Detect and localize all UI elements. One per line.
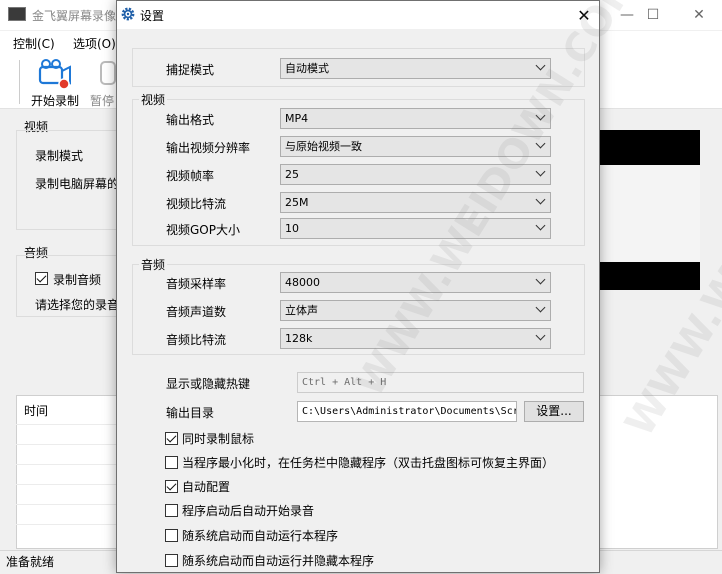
pause-button[interactable]: 暂停 bbox=[90, 92, 114, 109]
menu-control[interactable]: 控制(C) bbox=[13, 35, 55, 52]
chevron-down-icon bbox=[535, 220, 546, 231]
run-hidden-on-startup-label: 随系统启动而自动运行并隐藏本程序 bbox=[182, 554, 375, 568]
output-dir-label: 输出目录 bbox=[166, 406, 215, 420]
gop-size-value: 10 bbox=[285, 222, 299, 235]
timeline-header-time: 时间 bbox=[24, 404, 49, 418]
resolution-value: 与原始视频一致 bbox=[285, 140, 362, 153]
channels-value: 立体声 bbox=[285, 304, 318, 317]
sample-rate-value: 48000 bbox=[285, 276, 320, 289]
main-close-button[interactable]: ✕ bbox=[676, 0, 722, 30]
start-record-button[interactable]: 开始录制 bbox=[31, 92, 79, 109]
menu-options[interactable]: 选项(O) bbox=[73, 35, 116, 52]
audio-bitrate-value: 128k bbox=[285, 332, 313, 345]
settings-dialog: 设置 ✕ 捕捉模式 自动模式 视频 输出格式 MP4 输出视频分辨率 与原始视频… bbox=[116, 0, 600, 573]
frame-rate-select[interactable]: 25 bbox=[280, 164, 551, 185]
toolbar-separator bbox=[19, 60, 20, 104]
capture-mode-label: 捕捉模式 bbox=[166, 63, 215, 77]
record-mode-label: 录制模式 bbox=[35, 149, 84, 163]
auto-config-checkbox[interactable] bbox=[165, 480, 178, 493]
output-dir-settings-button[interactable]: 设置... bbox=[524, 401, 584, 422]
resolution-label: 输出视频分辨率 bbox=[166, 141, 251, 155]
video-bitrate-label: 视频比特流 bbox=[166, 197, 227, 211]
chevron-down-icon bbox=[535, 330, 546, 341]
capture-mode-value: 自动模式 bbox=[285, 62, 329, 75]
sample-rate-label: 音频采样率 bbox=[166, 277, 227, 291]
hotkey-field[interactable]: Ctrl + Alt + H bbox=[297, 372, 584, 393]
chevron-down-icon bbox=[535, 138, 546, 149]
dialog-titlebar bbox=[117, 1, 599, 29]
hide-on-minimize-checkbox[interactable] bbox=[165, 456, 178, 469]
output-dir-field[interactable]: C:\Users\Administrator\Documents\Scr bbox=[297, 401, 517, 422]
video-legend: 视频 bbox=[139, 91, 168, 108]
chevron-down-icon bbox=[535, 194, 546, 205]
audio-bitrate-label: 音频比特流 bbox=[166, 333, 227, 347]
app-icon bbox=[8, 7, 26, 21]
auto-record-on-start-label: 程序启动后自动开始录音 bbox=[182, 504, 315, 518]
frame-rate-value: 25 bbox=[285, 168, 299, 181]
choose-audio-device-label: 请选择您的录音 bbox=[35, 298, 120, 312]
run-hidden-on-startup-checkbox[interactable] bbox=[165, 554, 178, 567]
capture-mode-select[interactable]: 自动模式 bbox=[280, 58, 551, 79]
record-mouse-checkbox[interactable] bbox=[165, 432, 178, 445]
pause-icon[interactable] bbox=[98, 60, 118, 88]
output-format-select[interactable]: MP4 bbox=[280, 108, 551, 129]
output-format-label: 输出格式 bbox=[166, 113, 215, 127]
audio-bitrate-select[interactable]: 128k bbox=[280, 328, 551, 349]
dialog-close-button[interactable]: ✕ bbox=[570, 3, 598, 27]
record-screen-label: 录制电脑屏幕的 bbox=[35, 177, 120, 191]
status-text: 准备就绪 bbox=[6, 555, 55, 569]
list-gridline bbox=[16, 504, 116, 505]
gop-size-select[interactable]: 10 bbox=[280, 218, 551, 239]
resolution-select[interactable]: 与原始视频一致 bbox=[280, 136, 551, 157]
gop-size-label: 视频GOP大小 bbox=[166, 223, 240, 237]
chevron-down-icon bbox=[535, 60, 546, 71]
hotkey-label: 显示或隐藏热键 bbox=[166, 377, 251, 391]
channels-select[interactable]: 立体声 bbox=[280, 300, 551, 321]
video-bitrate-value: 25M bbox=[285, 196, 309, 209]
chevron-down-icon bbox=[535, 166, 546, 177]
run-on-startup-label: 随系统启动而自动运行本程序 bbox=[182, 529, 339, 543]
hide-on-minimize-label: 当程序最小化时，在任务栏中隐藏程序（双击托盘图标可恢复主界面） bbox=[182, 456, 555, 470]
list-gridline bbox=[16, 464, 116, 465]
gear-icon bbox=[121, 7, 135, 21]
record-audio-label: 录制音频 bbox=[53, 273, 102, 287]
chevron-down-icon bbox=[535, 302, 546, 313]
video-bitrate-select[interactable]: 25M bbox=[280, 192, 551, 213]
list-gridline bbox=[16, 444, 116, 445]
dialog-title: 设置 bbox=[140, 9, 165, 23]
main-window-title: 金飞翼屏幕录像 bbox=[32, 9, 117, 23]
auto-config-label: 自动配置 bbox=[182, 480, 231, 494]
channels-label: 音频声道数 bbox=[166, 305, 227, 319]
record-mouse-label: 同时录制鼠标 bbox=[182, 432, 255, 446]
list-gridline bbox=[16, 424, 116, 425]
sample-rate-select[interactable]: 48000 bbox=[280, 272, 551, 293]
chevron-down-icon bbox=[535, 274, 546, 285]
chevron-down-icon bbox=[535, 110, 546, 121]
frame-rate-label: 视频帧率 bbox=[166, 169, 215, 183]
output-format-value: MP4 bbox=[285, 112, 309, 125]
record-audio-checkbox[interactable] bbox=[35, 272, 48, 285]
audio-legend: 音频 bbox=[139, 256, 168, 273]
list-gridline bbox=[16, 484, 116, 485]
preview-screenshot bbox=[600, 165, 700, 262]
maximize-button[interactable]: ☐ bbox=[630, 0, 676, 30]
list-gridline bbox=[16, 524, 116, 525]
camera-record-icon[interactable] bbox=[38, 58, 74, 90]
auto-record-on-start-checkbox[interactable] bbox=[165, 504, 178, 517]
run-on-startup-checkbox[interactable] bbox=[165, 529, 178, 542]
